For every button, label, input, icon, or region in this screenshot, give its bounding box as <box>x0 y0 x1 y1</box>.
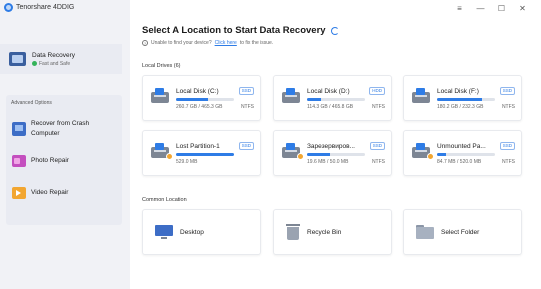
sidebar: Tenorshare 4DDIG Data Recovery Fast and … <box>0 0 130 289</box>
drive-name: Local Disk (D:) <box>307 88 350 95</box>
drive-size: 19.6 MB / 50.0 MB <box>307 159 349 165</box>
drive-name: Lost Partition-1 <box>176 143 220 150</box>
nav-photo-repair-label: Photo Repair <box>31 157 69 164</box>
drive-name: Unmounted Pa... <box>437 143 486 150</box>
drive-usage-fill <box>176 98 209 101</box>
location-recycle-bin-label: Recycle Bin <box>307 228 342 236</box>
common-location-label: Common Location <box>142 197 187 203</box>
drive-name: Local Disk (F:) <box>437 88 479 95</box>
drive-icon <box>151 88 171 105</box>
location-desktop-label: Desktop <box>180 228 204 236</box>
drive-usage-fill <box>437 153 447 156</box>
nav-recover-crash-label: Recover from Crash Computer <box>31 120 90 137</box>
drive-card[interactable]: Lost Partition-1 SSD 529.0 MB <box>142 130 261 176</box>
help-suffix: to fix the issue. <box>239 40 274 46</box>
drive-card[interactable]: Local Disk (C:) SSD 260.7 GB / 465.3 GB NTF… <box>142 75 261 121</box>
drive-usage-fill <box>437 98 482 101</box>
drive-type-badge: SSD <box>238 142 254 150</box>
app-title: Tenorshare 4DDIG <box>4 3 74 12</box>
advanced-options-title: Advanced Options <box>11 100 52 106</box>
drive-type-badge: SSD <box>499 87 515 95</box>
advanced-options-panel: Advanced Options Recover from Crash Comp… <box>6 95 122 225</box>
drive-usage-fill <box>307 98 322 101</box>
drive-filesystem: NTFS <box>371 159 385 165</box>
help-prefix: Unable to find your device? <box>151 40 212 46</box>
drive-icon <box>151 143 173 160</box>
drive-usage-fill <box>176 153 234 156</box>
drive-usage-bar <box>176 153 234 156</box>
drive-filesystem: NTFS <box>501 159 515 165</box>
location-recycle-bin[interactable]: Recycle Bin <box>273 209 392 255</box>
drive-type-badge: SSD <box>238 87 254 95</box>
drive-usage-fill <box>307 153 330 156</box>
drive-icon <box>412 88 432 105</box>
drive-type-badge: HDD <box>369 87 385 95</box>
drive-filesystem: NTFS <box>371 104 385 110</box>
nav-data-recovery-sub-text: Fast and Safe <box>39 60 71 67</box>
recycle-bin-icon <box>286 224 300 240</box>
drive-size: 260.7 GB / 465.3 GB <box>176 104 223 110</box>
crashed-computer-icon <box>12 122 26 136</box>
drive-size: 84.7 MB / 520.0 MB <box>437 159 482 165</box>
drive-card[interactable]: Local Disk (D:) HDD 114.3 GB / 465.8 GB NTF… <box>273 75 392 121</box>
location-select-folder-label: Select Folder <box>441 228 480 236</box>
drive-type-badge: SSD <box>499 142 515 150</box>
app-logo-icon <box>4 3 13 12</box>
page-title: Select A Location to Start Data Recovery <box>142 25 339 36</box>
data-recovery-icon <box>9 52 26 66</box>
local-drives-label: Local Drives (6) <box>142 63 181 69</box>
drive-name: Local Disk (C:) <box>176 88 219 95</box>
page-title-text: Select A Location to Start Data Recovery <box>142 25 326 36</box>
nav-data-recovery[interactable]: Data Recovery Fast and Safe <box>0 44 122 74</box>
drive-size: 180.2 GB / 232.3 GB <box>437 104 484 110</box>
location-desktop[interactable]: Desktop <box>142 209 261 255</box>
nav-video-repair[interactable]: Video Repair <box>12 187 116 199</box>
drive-filesystem: NTFS <box>240 104 254 110</box>
drive-usage-bar <box>307 98 365 101</box>
nav-photo-repair[interactable]: Photo Repair <box>12 155 116 167</box>
drive-usage-bar <box>437 98 495 101</box>
photo-icon <box>12 155 26 167</box>
warning-badge-icon <box>427 153 434 160</box>
drive-type-badge: SSD <box>369 142 385 150</box>
safe-status-icon <box>32 61 37 66</box>
app-title-text: Tenorshare 4DDIG <box>16 4 75 11</box>
fix-issue-link[interactable]: Click here <box>215 40 237 46</box>
location-select-folder[interactable]: Select Folder <box>403 209 522 255</box>
warning-badge-icon <box>297 153 304 160</box>
help-line: ? Unable to find your device? Click here… <box>142 40 273 46</box>
nav-data-recovery-sub: Fast and Safe <box>32 61 75 67</box>
folder-icon <box>416 225 434 239</box>
nav-video-repair-label: Video Repair <box>31 189 69 196</box>
video-icon <box>12 187 26 199</box>
refresh-icon[interactable] <box>330 26 339 35</box>
drive-icon <box>412 143 434 160</box>
drive-card[interactable]: Local Disk (F:) SSD 180.2 GB / 232.3 GB NTF… <box>403 75 522 121</box>
drive-size: 529.0 MB <box>176 159 198 165</box>
warning-badge-icon <box>166 153 173 160</box>
drive-usage-bar <box>176 98 234 101</box>
help-icon: ? <box>142 40 148 46</box>
nav-data-recovery-label: Data Recovery <box>32 51 75 59</box>
drive-card[interactable]: Зарезервиров... SSD 19.6 MB / 50.0 MB NTFS <box>273 130 392 176</box>
drive-usage-bar <box>437 153 495 156</box>
nav-recover-crash-computer[interactable]: Recover from Crash Computer <box>12 119 116 139</box>
desktop-icon <box>155 224 173 240</box>
drive-filesystem: NTFS <box>501 104 515 110</box>
drive-icon <box>282 88 302 105</box>
drive-usage-bar <box>307 153 365 156</box>
drive-size: 114.3 GB / 465.8 GB <box>307 104 354 110</box>
drive-icon <box>282 143 304 160</box>
drive-card[interactable]: Unmounted Pa... SSD 84.7 MB / 520.0 MB NTFS <box>403 130 522 176</box>
main-content: Select A Location to Start Data Recovery… <box>130 0 541 289</box>
drive-name: Зарезервиров... <box>307 143 355 150</box>
